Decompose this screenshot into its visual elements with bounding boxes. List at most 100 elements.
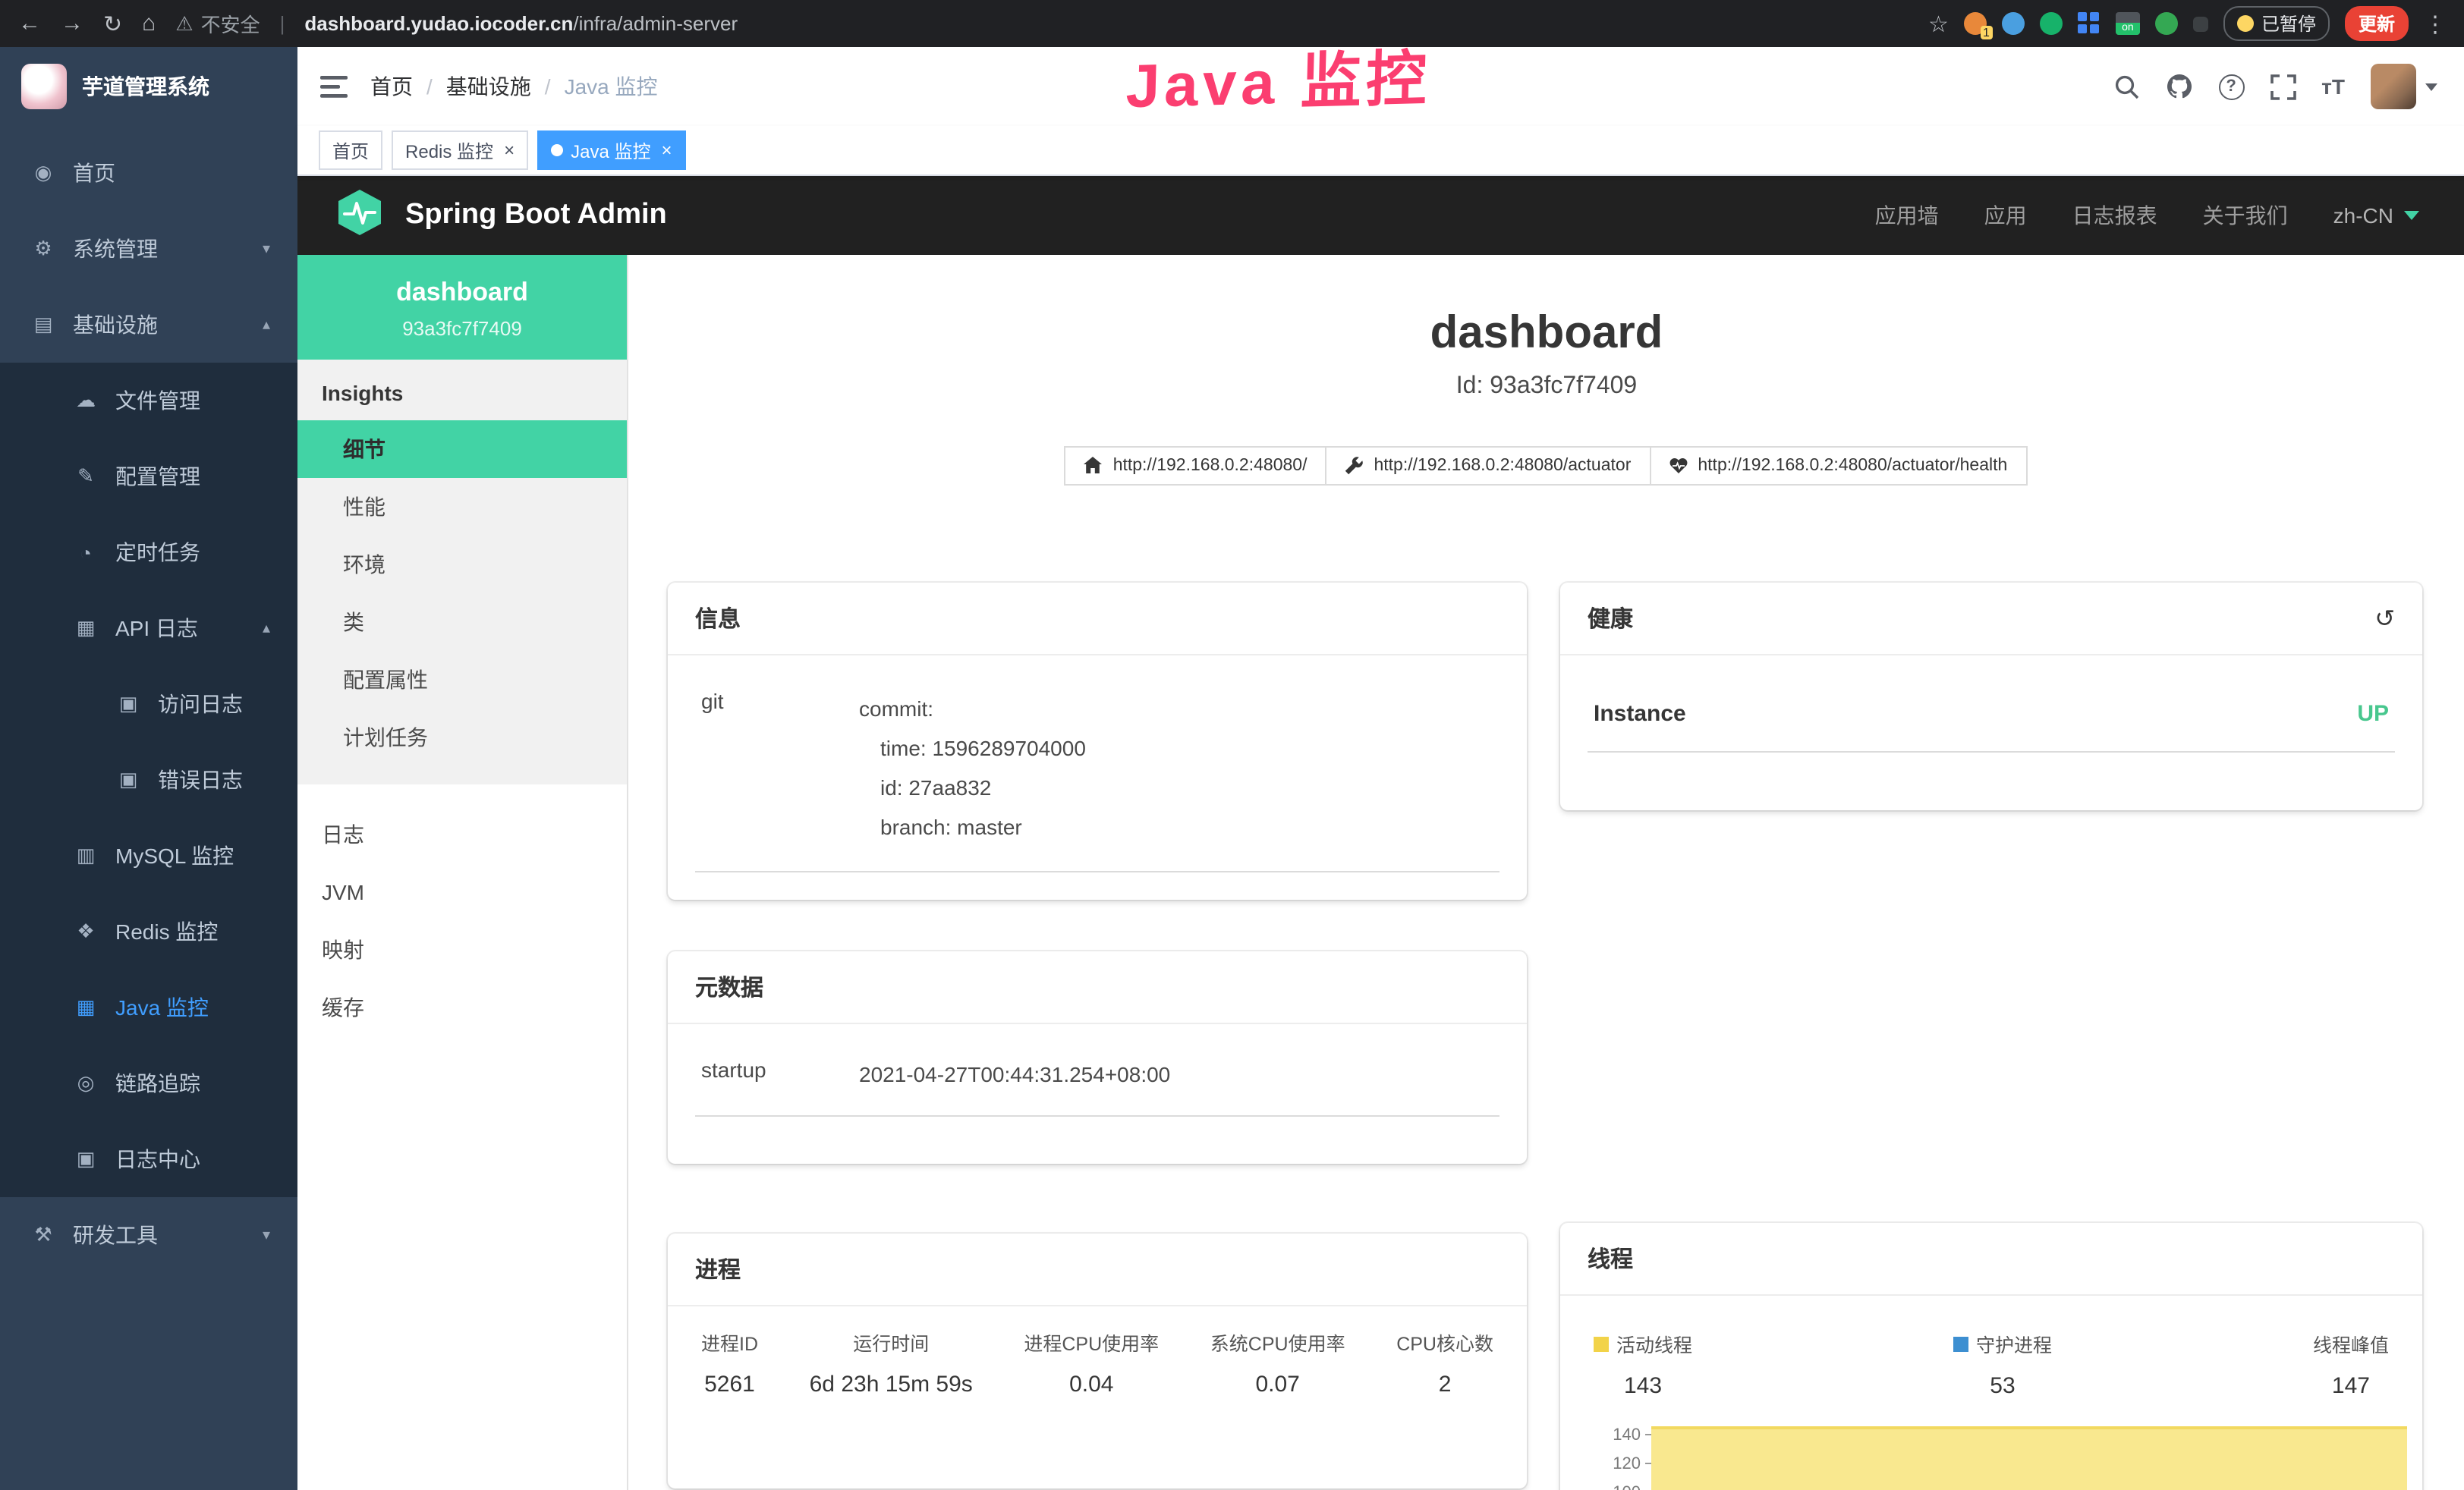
tag-home[interactable]: 首页 bbox=[319, 130, 382, 170]
help-icon[interactable]: ? bbox=[2218, 74, 2244, 99]
font-size-icon[interactable]: тT bbox=[2321, 74, 2345, 99]
sidebar-item-access-logs[interactable]: ▣访问日志 bbox=[0, 666, 297, 742]
sba-item-caches[interactable]: 缓存 bbox=[297, 979, 627, 1036]
browser-chrome: ← → ↻ ⌂ ⚠ 不安全 | dashboard.yudao.iocoder.… bbox=[0, 0, 2464, 47]
github-icon[interactable] bbox=[2165, 73, 2192, 100]
browser-home-button[interactable]: ⌂ bbox=[142, 11, 156, 36]
sidebar-item-log-center[interactable]: ▣日志中心 bbox=[0, 1121, 297, 1197]
avatar bbox=[2371, 64, 2416, 109]
tag-redis-monitor[interactable]: Redis 监控× bbox=[392, 130, 528, 170]
fullscreen-icon[interactable] bbox=[2270, 74, 2296, 99]
browser-forward-button[interactable]: → bbox=[61, 11, 83, 36]
close-icon[interactable]: × bbox=[661, 140, 672, 161]
sidebar-item-infrastructure[interactable]: ▤基础设施▴ bbox=[0, 287, 297, 363]
chart-y-axis: 140 120 100 bbox=[1597, 1420, 1651, 1490]
instance-id-line: Id: 93a3fc7f7409 bbox=[628, 373, 2464, 401]
instance-id: 93a3fc7f7409 bbox=[310, 317, 615, 340]
health-card: 健康 ↺ Instance UP bbox=[1560, 583, 2422, 810]
sidebar-item-scheduled-jobs[interactable]: ◔定时任务 bbox=[0, 514, 297, 590]
card-title: 线程 bbox=[1588, 1243, 1633, 1275]
browser-back-button[interactable]: ← bbox=[18, 11, 41, 36]
sba-item-logs[interactable]: 日志 bbox=[297, 806, 627, 863]
health-url-button[interactable]: http://192.168.0.2:48080/actuator/health bbox=[1649, 446, 2027, 486]
warning-icon: ⚠ bbox=[175, 11, 193, 36]
extension-icon-6[interactable] bbox=[2193, 16, 2208, 31]
extension-icon-1[interactable]: 1 bbox=[1964, 12, 1987, 35]
log-center-icon: ▣ bbox=[73, 1147, 99, 1171]
chart-plot-area bbox=[1651, 1420, 2407, 1490]
sba-item-metrics[interactable]: 性能 bbox=[297, 478, 627, 536]
sba-item-details[interactable]: 细节 bbox=[297, 420, 627, 478]
sidebar-item-java-monitor[interactable]: ▦Java 监控 bbox=[0, 970, 297, 1045]
sba-item-jvm[interactable]: JVM bbox=[297, 863, 627, 921]
sidebar-item-redis-monitor[interactable]: ❖Redis 监控 bbox=[0, 894, 297, 970]
sidebar-item-home[interactable]: ◉首页 bbox=[0, 135, 297, 211]
sidebar-item-api-logs[interactable]: ▦API 日志▴ bbox=[0, 590, 297, 666]
clock-icon: ◔ bbox=[73, 541, 99, 564]
chevron-down-icon bbox=[2404, 211, 2419, 220]
sba-nav-journal[interactable]: 日志报表 bbox=[2072, 200, 2157, 231]
extension-icon-5[interactable] bbox=[2155, 12, 2178, 35]
gear-icon: ⚙ bbox=[30, 237, 56, 261]
breadcrumb-home[interactable]: 首页 bbox=[370, 71, 413, 102]
address-bar[interactable]: dashboard.yudao.iocoder.cn/infra/admin-s… bbox=[304, 12, 738, 35]
sidebar-item-config-management[interactable]: ✎配置管理 bbox=[0, 439, 297, 514]
browser-update-button[interactable]: 更新 bbox=[2345, 6, 2409, 41]
sba-item-environment[interactable]: 环境 bbox=[297, 536, 627, 593]
app-logo-row: 芋道管理系统 bbox=[0, 47, 297, 126]
wrench-icon bbox=[1345, 457, 1363, 475]
instance-header[interactable]: dashboard 93a3fc7f7409 bbox=[297, 255, 627, 360]
search-icon[interactable] bbox=[2113, 74, 2139, 99]
user-menu[interactable] bbox=[2371, 64, 2437, 109]
extension-icon-2[interactable] bbox=[2002, 12, 2025, 35]
history-icon[interactable]: ↺ bbox=[2374, 603, 2395, 633]
sba-item-mappings[interactable]: 映射 bbox=[297, 921, 627, 979]
sidebar-item-file-management[interactable]: ☁文件管理 bbox=[0, 363, 297, 439]
browser-reload-button[interactable]: ↻ bbox=[103, 10, 122, 37]
breadcrumb-infrastructure[interactable]: 基础设施 bbox=[446, 71, 531, 102]
health-instance-row: Instance UP bbox=[1588, 671, 2395, 753]
chevron-up-icon: ▴ bbox=[263, 316, 270, 333]
sidebar-item-trace[interactable]: ◎链路追踪 bbox=[0, 1045, 297, 1121]
paused-chip[interactable]: 已暂停 bbox=[2223, 6, 2330, 41]
sba-item-config-props[interactable]: 配置属性 bbox=[297, 651, 627, 709]
caret-down-icon bbox=[2425, 83, 2437, 90]
tag-java-monitor[interactable]: Java 监控× bbox=[537, 130, 685, 170]
sidebar-item-error-logs[interactable]: ▣错误日志 bbox=[0, 742, 297, 818]
extension-icon-3[interactable] bbox=[2040, 12, 2063, 35]
actuator-url-button[interactable]: http://192.168.0.2:48080/actuator bbox=[1325, 446, 1651, 486]
admin-sidebar: 芋道管理系统 ◉首页 ⚙系统管理▾ ▤基础设施▴ ☁文件管理 ✎配置管理 ◔定时… bbox=[0, 47, 297, 1490]
bookmark-star-icon[interactable]: ☆ bbox=[1928, 10, 1949, 37]
browser-menu-kebab[interactable]: ⋮ bbox=[2424, 10, 2447, 37]
locale-select[interactable]: zh-CN bbox=[2333, 203, 2419, 228]
card-title: 元数据 bbox=[695, 971, 763, 1003]
breadcrumb: 首页 / 基础设施 / Java 监控 bbox=[370, 71, 658, 102]
extension-icon-on[interactable]: on bbox=[2116, 12, 2140, 35]
sba-nav-about[interactable]: 关于我们 bbox=[2203, 200, 2288, 231]
close-icon[interactable]: × bbox=[504, 140, 515, 161]
sidebar-item-dev-tools[interactable]: ⚒研发工具▾ bbox=[0, 1197, 297, 1273]
security-warning[interactable]: ⚠ 不安全 bbox=[175, 9, 260, 38]
card-title: 进程 bbox=[695, 1253, 741, 1285]
process-card: 进程 进程ID5261 运行时间6d 23h 15m 59s 进程CPU使用率0… bbox=[668, 1234, 1527, 1488]
database-icon: ▥ bbox=[73, 844, 99, 868]
sba-item-scheduled-tasks[interactable]: 计划任务 bbox=[297, 709, 627, 766]
screen: ← → ↻ ⌂ ⚠ 不安全 | dashboard.yudao.iocoder.… bbox=[0, 0, 2464, 1490]
sba-sidebar: dashboard 93a3fc7f7409 Insights 细节 性能 环境… bbox=[297, 255, 628, 1490]
active-threads-area bbox=[1651, 1426, 2407, 1490]
app-logo bbox=[21, 64, 67, 109]
sba-navbar: Spring Boot Admin 应用墙 应用 日志报表 关于我们 zh-CN bbox=[297, 176, 2464, 255]
sba-item-classes[interactable]: 类 bbox=[297, 593, 627, 651]
url-separator: | bbox=[280, 12, 285, 35]
sidebar-item-system-management[interactable]: ⚙系统管理▾ bbox=[0, 211, 297, 287]
home-icon: ◉ bbox=[30, 161, 56, 185]
infra-icon: ▤ bbox=[30, 313, 56, 337]
hamburger-icon[interactable] bbox=[297, 75, 370, 98]
service-url-button[interactable]: http://192.168.0.2:48080/ bbox=[1065, 446, 1327, 486]
sidebar-item-mysql-monitor[interactable]: ▥MySQL 监控 bbox=[0, 818, 297, 894]
spring-boot-admin: Spring Boot Admin 应用墙 应用 日志报表 关于我们 zh-CN… bbox=[297, 176, 2464, 1490]
sba-nav-applications[interactable]: 应用 bbox=[1984, 200, 2027, 231]
extension-icon-4[interactable] bbox=[2078, 12, 2101, 35]
threads-stats: 活动线程143 守护进程53 线程峰值147 bbox=[1560, 1296, 2422, 1408]
sba-nav-wallboard[interactable]: 应用墙 bbox=[1875, 200, 1939, 231]
